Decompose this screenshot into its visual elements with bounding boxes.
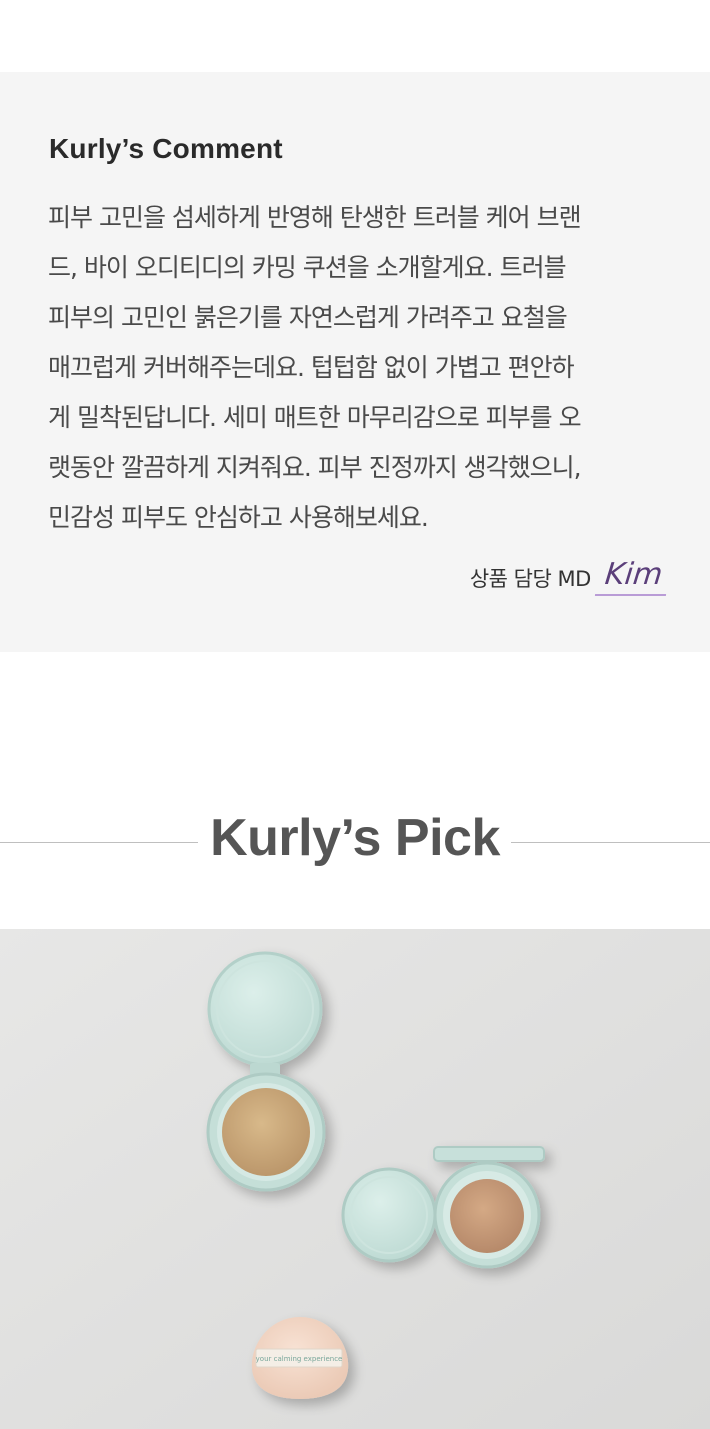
comment-title: Kurly’s Comment: [49, 133, 283, 164]
comment-body: 피부 고민을 섬세하게 반영해 탄생한 트러블 케어 브랜 드, 바이 오디티디…: [48, 193, 672, 543]
comment-line: 게 밀착된답니다. 세미 매트한 마무리감으로 피부를 오: [48, 403, 582, 432]
product-photo: your calming experience: [0, 929, 710, 1429]
comment-line: 매끄럽게 커버해주는데요. 텁텁함 없이 가볍고 편안하: [48, 353, 575, 382]
photo-background: [0, 929, 710, 1429]
pick-title: Kurly’s Pick: [210, 809, 500, 867]
puff-label: your calming experience: [256, 1355, 343, 1363]
comment-line: 피부 고민을 섬세하게 반영해 탄생한 트러블 케어 브랜: [48, 203, 582, 232]
comment-line: 랫동안 깔끔하게 지켜줘요. 피부 진정까지 생각했으니,: [48, 453, 582, 482]
divider-line-right: [511, 842, 710, 843]
md-signature: 상품 담당 MD Kim: [469, 552, 671, 596]
md-name-signature: Kim: [594, 556, 671, 596]
md-label: 상품 담당 MD: [469, 567, 591, 591]
comment-line: 피부의 고민인 붉은기를 자연스럽게 가려주고 요철을: [48, 303, 568, 332]
comment-line: 민감성 피부도 안심하고 사용해보세요.: [48, 503, 429, 532]
comment-line: 드, 바이 오디티디의 카밍 쿠션을 소개할게요. 트러블: [48, 253, 567, 282]
kurlys-pick-header: Kurly’s Pick: [0, 800, 710, 886]
